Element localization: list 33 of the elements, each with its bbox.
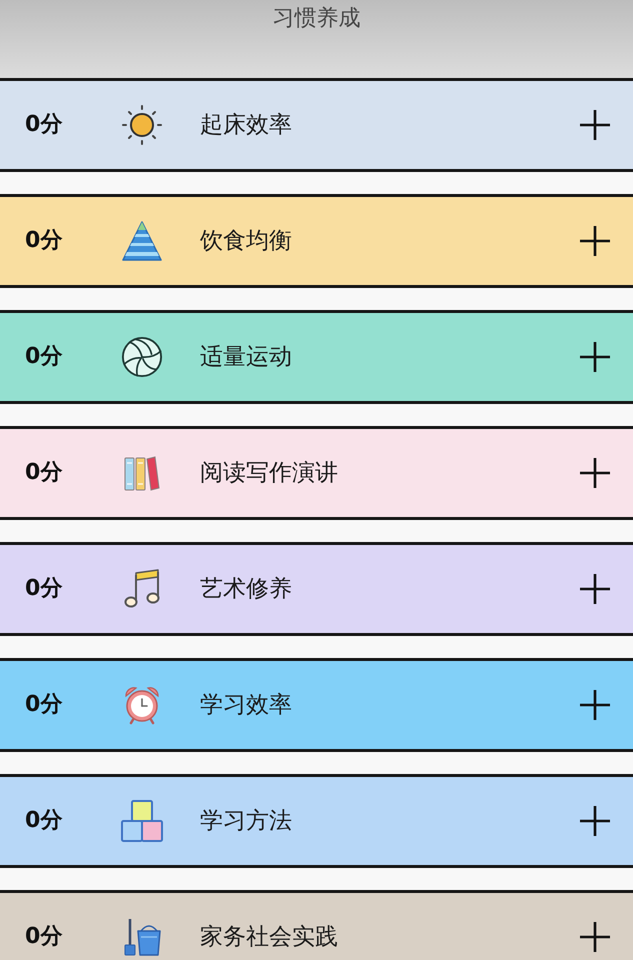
music-note-icon: [124, 569, 160, 609]
volleyball-icon: [121, 336, 163, 378]
habit-name: 家务社会实践: [200, 923, 338, 952]
plus-icon: [580, 458, 610, 488]
score-label: 0分: [25, 111, 62, 139]
habit-name: 艺术修养: [200, 575, 292, 604]
alarm-clock-icon: [124, 685, 160, 725]
habit-name: 学习方法: [200, 807, 292, 836]
plus-icon: [580, 110, 610, 140]
plus-icon: [580, 922, 610, 952]
plus-icon: [580, 690, 610, 720]
plus-icon: [580, 574, 610, 604]
toy-blocks-icon: [121, 800, 163, 842]
plus-icon: [580, 806, 610, 836]
mop-bucket-icon: [122, 917, 162, 957]
page-title: 习惯养成: [272, 5, 360, 33]
score-label: 0分: [25, 691, 62, 719]
plus-icon: [580, 226, 610, 256]
habit-name: 饮食均衡: [200, 227, 292, 256]
score-label: 0分: [25, 343, 62, 371]
pyramid-icon: [122, 220, 162, 262]
habit-name: 起床效率: [200, 111, 292, 140]
score-label: 0分: [25, 923, 62, 951]
score-label: 0分: [25, 227, 62, 255]
plus-icon: [580, 342, 610, 372]
books-icon: [124, 455, 160, 491]
score-label: 0分: [25, 459, 62, 487]
score-label: 0分: [25, 807, 62, 835]
habit-name: 适量运动: [200, 343, 292, 372]
score-label: 0分: [25, 575, 62, 603]
habit-name: 学习效率: [200, 691, 292, 720]
sun-icon: [120, 104, 164, 146]
habit-name: 阅读写作演讲: [200, 459, 338, 488]
